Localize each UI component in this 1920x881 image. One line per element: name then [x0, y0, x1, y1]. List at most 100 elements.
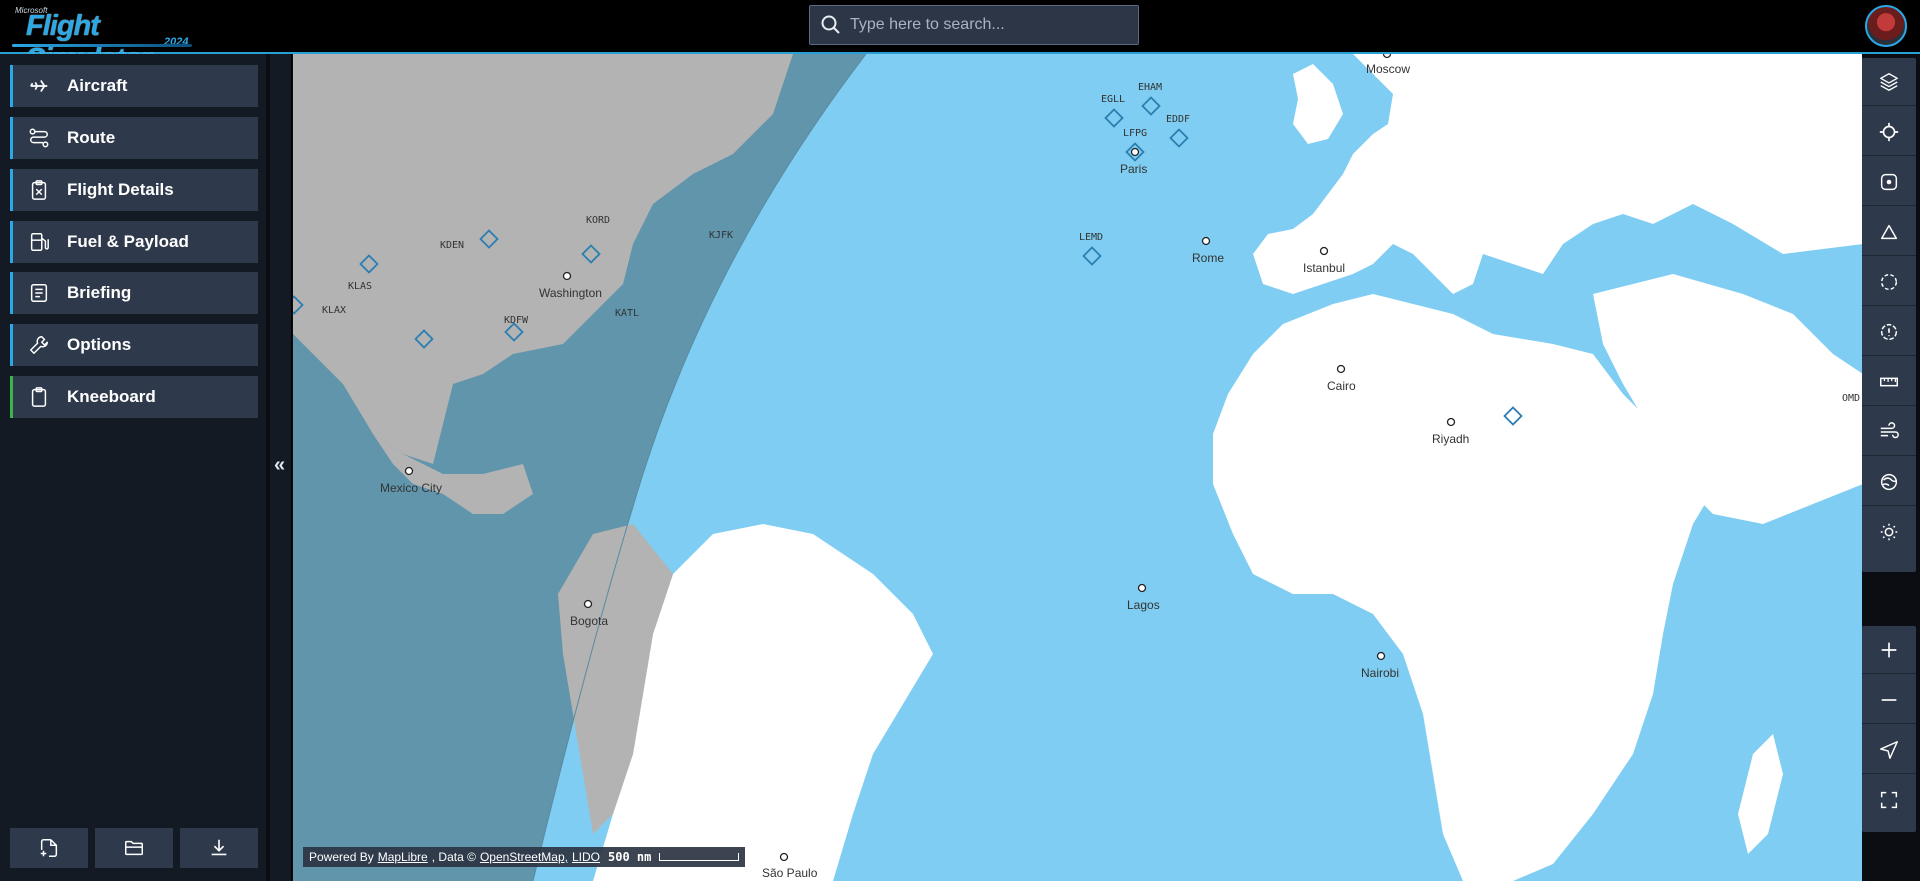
- wind-button[interactable]: [1862, 408, 1916, 456]
- scale-bar: [659, 853, 740, 861]
- city-label-lagos: Lagos: [1127, 598, 1160, 612]
- info-button[interactable]: [1862, 308, 1916, 356]
- zoom-in-icon: [1881, 642, 1897, 657]
- logo-swoosh: [12, 44, 192, 47]
- layers-button[interactable]: [1862, 58, 1916, 106]
- download-button[interactable]: [180, 828, 258, 868]
- locate-button[interactable]: [1862, 726, 1916, 774]
- circle-dashed-icon: [1880, 273, 1898, 290]
- daylight-button[interactable]: [1862, 508, 1916, 556]
- avatar[interactable]: [1865, 5, 1907, 47]
- new-file-icon: [40, 839, 58, 857]
- top-bar: Microsoft Flight Simulator 2024: [0, 0, 1920, 75]
- landmass-madagascar: [1738, 734, 1783, 854]
- airport-label-klax: KLAX: [322, 305, 347, 316]
- airport-label-kdfw: KDFW: [504, 315, 529, 326]
- airport-label-eddf: EDDF: [1166, 114, 1191, 125]
- city-label-riyadh: Riyadh: [1432, 432, 1470, 446]
- city-dot: [1137, 583, 1147, 593]
- sun-icon: [1880, 523, 1898, 541]
- wrench-icon: [27, 333, 51, 357]
- airport-label-katl: KATL: [615, 308, 640, 319]
- city-label-istanbul: Istanbul: [1303, 261, 1346, 275]
- sidebar-item-briefing[interactable]: Briefing: [10, 272, 258, 314]
- sidebar-item-kneeboard[interactable]: Kneeboard: [10, 376, 258, 418]
- city-label-paris: Paris: [1120, 162, 1148, 176]
- ruler-icon: [1880, 377, 1898, 386]
- lido-link[interactable]: LIDO: [572, 850, 600, 864]
- airport-label-kden: KDEN: [440, 240, 465, 251]
- sidebar-item-label: Flight Details: [67, 180, 174, 199]
- download-icon: [211, 839, 227, 856]
- airport-label-klas: KLAS: [348, 281, 373, 292]
- zoom-out-button[interactable]: [1862, 676, 1916, 724]
- fullscreen-button[interactable]: [1862, 776, 1916, 824]
- locate-icon: [1880, 740, 1898, 759]
- airport-label-omd: OMD: [1842, 393, 1861, 404]
- city-label-nairobi: Nairobi: [1361, 666, 1400, 680]
- clipboard-icon: [27, 385, 51, 409]
- center-map-button[interactable]: [1862, 158, 1916, 206]
- zoom-controls: [1862, 626, 1916, 832]
- sidebar-item-label: Kneeboard: [67, 387, 156, 406]
- collapse-sidebar-button[interactable]: «: [270, 54, 292, 881]
- city-dot: [1382, 54, 1392, 59]
- new-flight-plan-button[interactable]: [10, 828, 88, 868]
- airport-label-eham: EHAM: [1138, 82, 1163, 93]
- sidebar-item-route[interactable]: Route: [10, 117, 258, 159]
- scale-label: 500 nm: [608, 850, 652, 864]
- sidebar-item-fuel-payload[interactable]: Fuel & Payload: [10, 221, 258, 263]
- maplibre-link[interactable]: MapLibre: [378, 850, 428, 864]
- city-dot: [1130, 147, 1140, 157]
- sidebar-item-label: Aircraft: [67, 76, 128, 95]
- search-icon: [821, 15, 840, 34]
- measure-button[interactable]: [1862, 358, 1916, 406]
- search-box[interactable]: [809, 5, 1139, 45]
- city-label-mexico-city: Mexico City: [380, 481, 443, 495]
- attribution-powered-by: Powered By: [309, 850, 374, 864]
- sidebar: Aircraft Route Flight Details Fuel & Pay…: [0, 54, 268, 881]
- search-input[interactable]: [850, 16, 1120, 34]
- sidebar-item-label: Options: [67, 335, 132, 354]
- airport-marker: [1104, 108, 1124, 128]
- map-tools-panel: [1862, 58, 1916, 572]
- airport-label-kord: KORD: [586, 215, 611, 226]
- open-flight-plan-button[interactable]: [95, 828, 173, 868]
- airport-marker: [1169, 128, 1189, 148]
- city-dot: [583, 599, 593, 609]
- map-canvas: [293, 54, 1863, 881]
- city-dot: [1319, 246, 1329, 256]
- city-dot: [1336, 364, 1346, 374]
- sidebar-item-options[interactable]: Options: [10, 324, 258, 366]
- openstreetmap-link[interactable]: OpenStreetMap,: [480, 850, 568, 864]
- sidebar-item-aircraft[interactable]: Aircraft: [10, 65, 258, 107]
- city-label-rome: Rome: [1192, 251, 1225, 265]
- landmass-europe: [1123, 54, 1863, 294]
- track-aircraft-button[interactable]: [1862, 108, 1916, 156]
- airplane-icon: [27, 74, 51, 98]
- zoom-in-button[interactable]: [1862, 626, 1916, 674]
- fullscreen-icon: [1880, 791, 1898, 809]
- airspace-button[interactable]: [1862, 258, 1916, 306]
- city-dot: [1446, 417, 1456, 427]
- sidebar-item-flight-details[interactable]: Flight Details: [10, 169, 258, 211]
- airport-label-lfpg: LFPG: [1123, 128, 1148, 139]
- airport-label-egll: EGLL: [1101, 94, 1126, 105]
- fuel-icon: [27, 230, 51, 254]
- city-label-sao-paulo: São Paulo: [762, 866, 818, 880]
- city-dot: [779, 852, 789, 862]
- attribution-data-text: , Data ©: [431, 850, 476, 864]
- weather-icon: [1880, 473, 1898, 490]
- open-folder-icon: [125, 840, 143, 856]
- sidebar-item-label: Briefing: [67, 283, 132, 302]
- city-dot: [1376, 651, 1386, 661]
- city-label-moscow: Moscow: [1366, 62, 1411, 76]
- city-label-washington: Washington: [539, 286, 602, 300]
- layers-icon: [1880, 72, 1898, 91]
- weather-button[interactable]: [1862, 458, 1916, 506]
- terrain-button[interactable]: [1862, 208, 1916, 256]
- city-label-bogota: Bogota: [570, 614, 609, 628]
- world-map[interactable]: Moscow Paris Rome Istanbul Washington Ca…: [293, 54, 1863, 881]
- clipboard-x-icon: [27, 178, 51, 202]
- airport-marker: [1082, 246, 1102, 266]
